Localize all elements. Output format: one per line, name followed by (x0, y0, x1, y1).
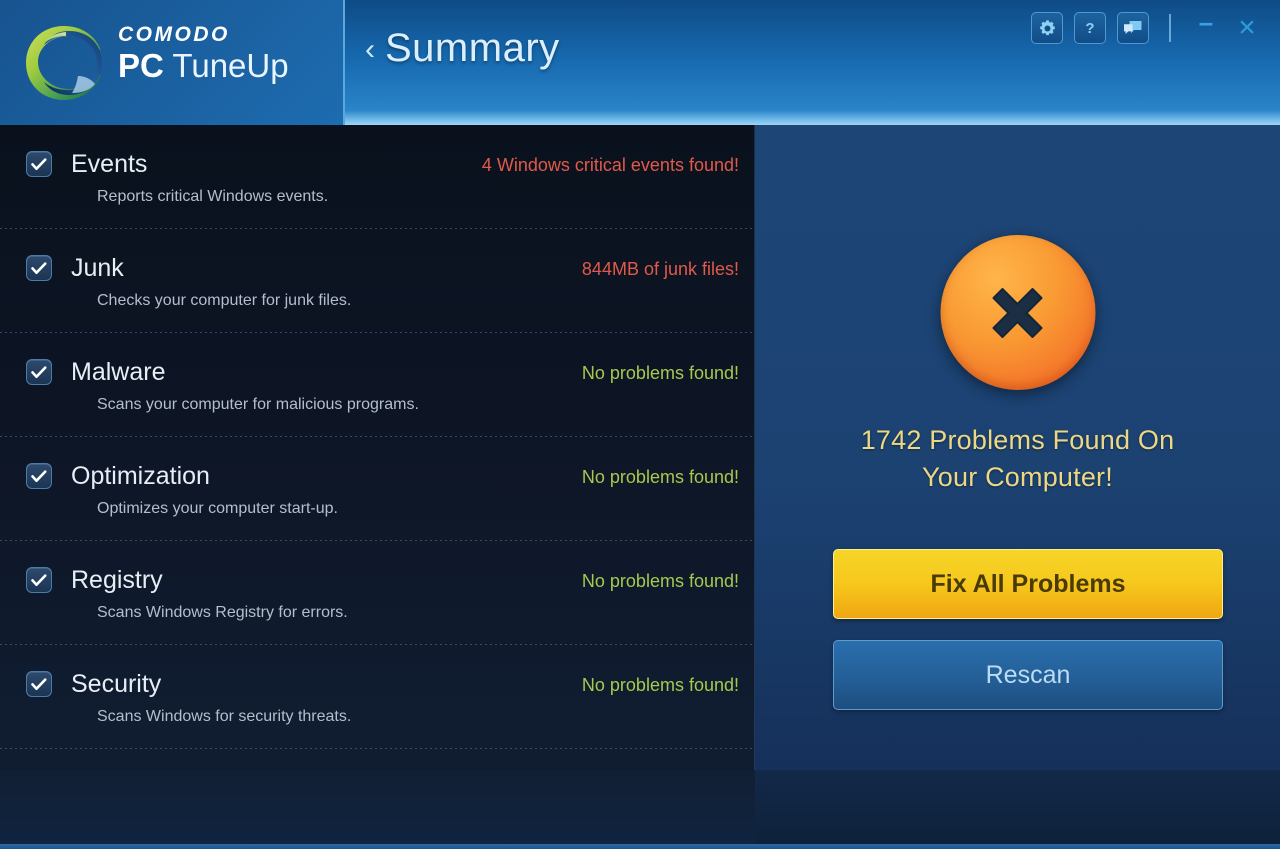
checklist-item-description: Checks your computer for junk files. (97, 292, 352, 309)
check-icon (31, 365, 47, 379)
checklist-item-description: Optimizes your computer start-up. (97, 500, 338, 517)
checkbox-junk[interactable] (26, 255, 52, 281)
problems-line-1: 1742 Problems Found On (860, 425, 1175, 455)
brand-product-rest: TuneUp (163, 47, 289, 84)
error-x-circle-icon (940, 235, 1095, 390)
check-icon (31, 157, 47, 171)
title-bar: COMODO PC TuneUp ‹ Summary ? – × (0, 0, 1280, 125)
checklist-item-description: Reports critical Windows events. (97, 188, 329, 205)
feedback-button[interactable] (1117, 12, 1149, 44)
checkbox-events[interactable] (26, 151, 52, 177)
checklist-item-description: Scans Windows for security threats. (97, 708, 352, 725)
list-item[interactable]: Junk Checks your computer for junk files… (0, 229, 755, 333)
brand-text: COMODO PC TuneUp (118, 24, 289, 84)
check-icon (31, 573, 47, 587)
scan-results-panel: Events Reports critical Windows events. … (0, 125, 755, 770)
checklist-item-label: Registry (71, 565, 163, 594)
speech-bubble-icon (1123, 19, 1143, 37)
problems-line-2: Your Computer! (922, 462, 1113, 493)
back-to-summary[interactable]: ‹ Summary (365, 26, 560, 71)
minimize-icon: – (1198, 7, 1214, 37)
scan-checklist: Events Reports critical Windows events. … (0, 125, 755, 749)
gear-icon (1038, 19, 1057, 38)
status-badge: 4 Windows critical events found! (481, 155, 739, 175)
summary-panel: 1742 Problems Found On Your Computer! Fi… (755, 125, 1280, 770)
brand-product-bold: PC (118, 47, 164, 84)
minimize-button[interactable]: – (1191, 7, 1221, 43)
status-badge: No problems found! (581, 363, 739, 383)
divider (0, 748, 755, 749)
brand-comodo-label: COMODO (118, 23, 230, 46)
toolbar-divider (1169, 14, 1171, 42)
status-badge: No problems found! (581, 467, 739, 487)
comodo-logo-icon (22, 22, 106, 104)
status-badge: No problems found! (581, 675, 739, 695)
list-item[interactable]: Events Reports critical Windows events. … (0, 125, 755, 229)
checklist-item-label: Events (71, 149, 148, 178)
footer-left-area (0, 770, 755, 849)
checkbox-malware[interactable] (26, 359, 52, 385)
list-item[interactable]: Security Scans Windows for security thre… (0, 645, 755, 749)
checkbox-optimization[interactable] (26, 463, 52, 489)
window-controls: ? – × (1031, 7, 1262, 44)
rescan-button[interactable]: Rescan (833, 640, 1223, 710)
help-button[interactable]: ? (1074, 12, 1106, 44)
check-icon (31, 469, 47, 483)
svg-text:?: ? (1085, 20, 1094, 37)
question-mark-icon: ? (1081, 19, 1099, 37)
list-item[interactable]: Optimization Optimizes your computer sta… (0, 437, 755, 541)
rescan-label: Rescan (985, 660, 1071, 689)
fix-all-problems-label: Fix All Problems (930, 569, 1126, 598)
close-icon: × (1238, 11, 1256, 44)
panel-divider (754, 125, 755, 770)
brand-product-label: PC TuneUp (118, 47, 289, 84)
checklist-item-label: Malware (71, 357, 166, 386)
checklist-item-description: Scans Windows Registry for errors. (97, 604, 348, 621)
settings-button[interactable] (1031, 12, 1063, 44)
checkbox-registry[interactable] (26, 567, 52, 593)
check-icon (31, 261, 47, 275)
fix-all-problems-button[interactable]: Fix All Problems (833, 549, 1223, 619)
chevron-left-icon[interactable]: ‹ (365, 34, 375, 65)
close-button[interactable]: × (1232, 13, 1262, 43)
page-title: Summary (385, 26, 560, 70)
checklist-item-label: Junk (71, 253, 124, 282)
checkbox-security[interactable] (26, 671, 52, 697)
pc-tuneup-window: COMODO PC TuneUp ‹ Summary ? – × Events … (0, 0, 1280, 849)
checklist-item-label: Security (71, 669, 162, 698)
footer-bar (0, 770, 1280, 849)
footer-accent-strip (0, 844, 1280, 849)
checklist-item-label: Optimization (71, 461, 210, 490)
checklist-item-description: Scans your computer for malicious progra… (97, 396, 419, 413)
check-icon (31, 677, 47, 691)
brand-area: COMODO PC TuneUp (0, 0, 345, 125)
status-badge: 844MB of junk files! (581, 259, 739, 279)
status-badge: No problems found! (581, 571, 739, 591)
list-item[interactable]: Registry Scans Windows Registry for erro… (0, 541, 755, 645)
problems-found-text: 1742 Problems Found On Your Computer! (755, 422, 1280, 497)
list-item[interactable]: Malware Scans your computer for maliciou… (0, 333, 755, 437)
